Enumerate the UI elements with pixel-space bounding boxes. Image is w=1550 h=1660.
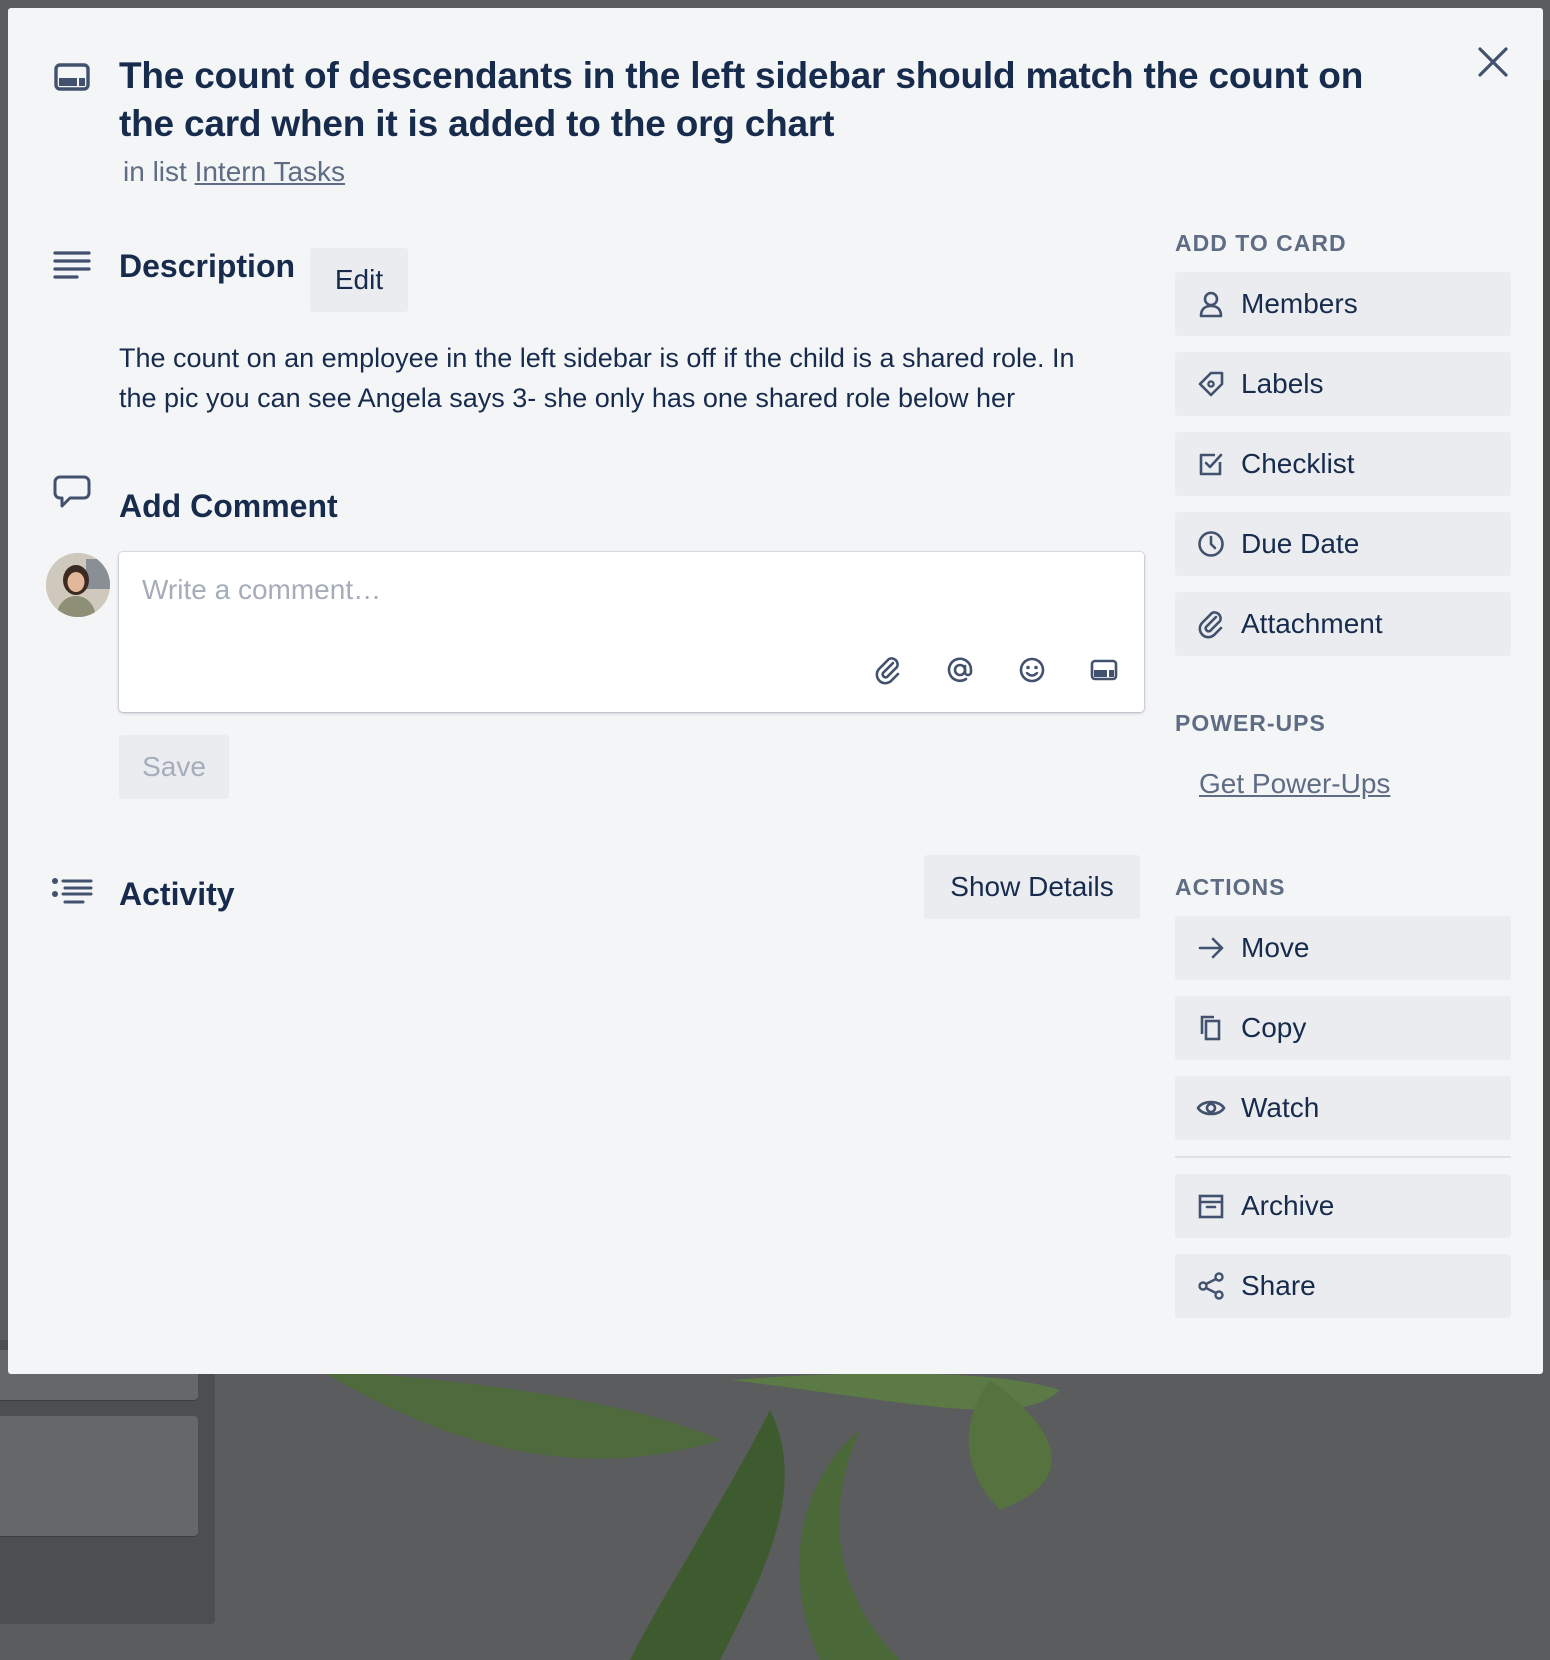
attach-button[interactable] (866, 648, 910, 692)
avatar[interactable] (46, 553, 110, 617)
activity-heading: Activity (119, 876, 235, 912)
due-date-button[interactable]: Due Date (1175, 512, 1511, 576)
share-button[interactable]: Share (1175, 1254, 1511, 1318)
close-button[interactable] (1471, 40, 1515, 84)
share-icon (1191, 1266, 1231, 1306)
in-list-prefix: in list (123, 156, 187, 187)
checklist-button[interactable]: Checklist (1175, 432, 1511, 496)
attachment-button[interactable]: Attachment (1175, 592, 1511, 656)
person-icon (1191, 284, 1231, 324)
show-details-button[interactable]: Show Details (924, 855, 1140, 919)
activity-icon (50, 872, 94, 916)
watch-button[interactable]: Watch (1175, 1076, 1511, 1140)
comment-placeholder: Write a comment… (142, 574, 382, 605)
edit-description-button[interactable]: Edit (310, 248, 408, 312)
close-icon (1478, 47, 1508, 77)
comment-toolbar (866, 648, 1126, 692)
mention-button[interactable] (938, 648, 982, 692)
due-date-label: Due Date (1241, 528, 1360, 559)
emoji-icon (1019, 657, 1045, 683)
copy-label: Copy (1241, 1012, 1307, 1043)
members-button[interactable]: Members (1175, 272, 1511, 336)
comment-icon (50, 468, 94, 512)
description-text[interactable]: The count on an employee in the left sid… (119, 338, 1099, 418)
checkbox-icon (1191, 444, 1231, 484)
copy-icon (1191, 1008, 1231, 1048)
emoji-button[interactable] (1010, 648, 1054, 692)
share-label: Share (1241, 1270, 1316, 1301)
labels-button[interactable]: Labels (1175, 352, 1511, 416)
archive-button[interactable]: Archive (1175, 1174, 1511, 1238)
list-breadcrumb: in list Intern Tasks (123, 156, 345, 188)
comment-input[interactable]: Write a comment… (119, 552, 1144, 712)
power-ups-heading: POWER-UPS (1175, 710, 1326, 736)
clock-icon (1191, 524, 1231, 564)
card-detail-modal: The count of descendants in the left sid… (8, 8, 1543, 1374)
checklist-label: Checklist (1241, 448, 1355, 479)
eye-icon (1191, 1088, 1231, 1128)
board-edge (1542, 80, 1550, 1280)
actions-divider (1175, 1156, 1511, 1158)
add-card-button[interactable] (1082, 648, 1126, 692)
move-label: Move (1241, 932, 1310, 963)
add-comment-heading: Add Comment (119, 488, 338, 524)
card-icon (1090, 659, 1118, 681)
copy-button[interactable]: Copy (1175, 996, 1511, 1060)
card-title[interactable]: The count of descendants in the left sid… (119, 52, 1419, 148)
board-card (0, 1416, 198, 1536)
archive-label: Archive (1241, 1190, 1335, 1221)
card-icon (52, 56, 92, 96)
actions-heading: ACTIONS (1175, 874, 1286, 900)
mention-icon (947, 657, 973, 683)
description-icon (50, 244, 94, 288)
list-link[interactable]: Intern Tasks (195, 156, 345, 187)
description-heading: Description (119, 248, 296, 284)
watch-label: Watch (1241, 1092, 1320, 1123)
paperclip-icon (875, 657, 900, 685)
save-comment-button[interactable]: Save (119, 735, 229, 799)
paperclip-icon (1191, 604, 1231, 644)
add-to-card-heading: ADD TO CARD (1175, 230, 1347, 256)
move-button[interactable]: Move (1175, 916, 1511, 980)
members-label: Members (1241, 288, 1358, 319)
archive-icon (1191, 1186, 1231, 1226)
attachment-label: Attachment (1241, 608, 1383, 639)
background-leaf-image (320, 1370, 1060, 1660)
arrow-right-icon (1191, 928, 1231, 968)
labels-label: Labels (1241, 368, 1324, 399)
tag-icon (1191, 364, 1231, 404)
get-power-ups-link[interactable]: Get Power-Ups (1199, 768, 1390, 800)
